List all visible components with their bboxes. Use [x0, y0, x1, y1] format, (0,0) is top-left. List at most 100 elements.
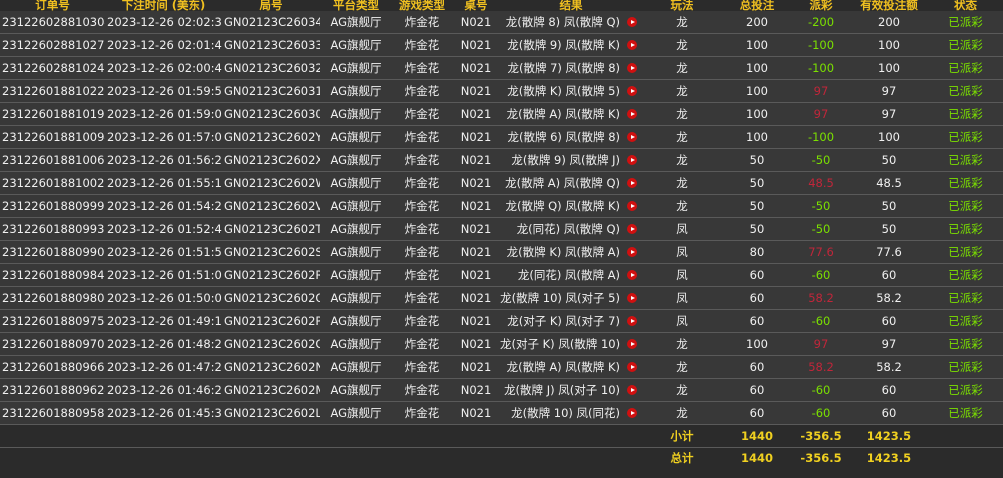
game-type: 炸金花	[392, 378, 452, 402]
play-circle-icon[interactable]	[627, 316, 637, 326]
empty-cell	[222, 447, 320, 468]
play-circle-icon[interactable]	[627, 132, 637, 142]
game-result: 龙(对子 K) 凤(散牌 10)	[500, 332, 642, 356]
total-row-valid: 1423.5	[850, 447, 928, 468]
col-order-id: 订单号	[0, 0, 105, 11]
table-number: N021	[452, 309, 500, 333]
bet-time: 2023-12-26 01:59:54	[105, 79, 222, 103]
table-row: 231226028810273 2023-12-26 02:01:40 GN0212…	[0, 33, 1003, 57]
status-badge: 已派彩	[928, 56, 1003, 80]
table-number: N021	[452, 355, 500, 379]
table-number: N021	[452, 79, 500, 103]
game-result: 龙(散牌 10) 凤(对子 5)	[500, 286, 642, 310]
result-text: 龙(散牌 A) 凤(散牌 K)	[506, 360, 620, 374]
platform-type: AG旗舰厅	[320, 102, 392, 126]
valid-bet: 100	[850, 56, 928, 80]
play-type: 龙	[642, 79, 722, 103]
table-number: N021	[452, 148, 500, 172]
table-row: 231226018810021 2023-12-26 01:55:19 GN0212…	[0, 171, 1003, 195]
table-row: 231226018809754 2023-12-26 01:49:14 GN0212…	[0, 309, 1003, 333]
table-number: N021	[452, 11, 500, 34]
order-id: 231226028810249	[0, 56, 105, 80]
result-text: 龙(散牌 A) 凤(散牌 K)	[506, 107, 620, 121]
status-badge: 已派彩	[928, 355, 1003, 379]
payout: -100	[792, 56, 850, 80]
col-payout: 派彩	[792, 0, 850, 11]
play-circle-icon[interactable]	[627, 385, 637, 395]
platform-type: AG旗舰厅	[320, 125, 392, 149]
table-row: 231226018810197 2023-12-26 01:59:08 GN0212…	[0, 102, 1003, 126]
game-type: 炸金花	[392, 217, 452, 241]
play-circle-icon[interactable]	[627, 247, 637, 257]
order-id: 231226018810067	[0, 148, 105, 172]
bet-time: 2023-12-26 01:51:56	[105, 240, 222, 264]
order-id: 231226028810304	[0, 11, 105, 34]
total-row-payout: -356.5	[792, 447, 850, 468]
empty-cell	[0, 447, 105, 468]
valid-bet: 50	[850, 217, 928, 241]
play-type: 龙	[642, 401, 722, 425]
play-circle-icon[interactable]	[627, 178, 637, 188]
table-row: 231226028810249 2023-12-26 02:00:48 GN0212…	[0, 56, 1003, 80]
table-row: 231226018810094 2023-12-26 01:57:06 GN0212…	[0, 125, 1003, 149]
play-circle-icon[interactable]	[627, 408, 637, 418]
order-id: 231226018809849	[0, 263, 105, 287]
status-badge: 已派彩	[928, 148, 1003, 172]
status-badge: 已派彩	[928, 217, 1003, 241]
play-type: 龙	[642, 171, 722, 195]
game-result: 龙(散牌 Q) 凤(散牌 K)	[500, 194, 642, 218]
game-result: 龙(散牌 9) 凤(散牌 K)	[500, 33, 642, 57]
empty-cell	[392, 447, 452, 468]
play-circle-icon[interactable]	[627, 63, 637, 73]
play-circle-icon[interactable]	[627, 270, 637, 280]
platform-type: AG旗舰厅	[320, 309, 392, 333]
payout: 97	[792, 332, 850, 356]
total-bet: 60	[722, 378, 792, 402]
round-id: GN02123C2602L	[222, 401, 320, 425]
game-type: 炸金花	[392, 148, 452, 172]
table-number: N021	[452, 217, 500, 241]
status-badge: 已派彩	[928, 171, 1003, 195]
round-id: GN02123C2602T	[222, 217, 320, 241]
game-type: 炸金花	[392, 401, 452, 425]
play-circle-icon[interactable]	[627, 17, 637, 27]
play-circle-icon[interactable]	[627, 362, 637, 372]
status-badge: 已派彩	[928, 401, 1003, 425]
play-circle-icon[interactable]	[627, 293, 637, 303]
round-id: GN02123C2602W	[222, 171, 320, 195]
platform-type: AG旗舰厅	[320, 194, 392, 218]
play-circle-icon[interactable]	[627, 201, 637, 211]
valid-bet: 100	[850, 33, 928, 57]
play-circle-icon[interactable]	[627, 155, 637, 165]
table-number: N021	[452, 332, 500, 356]
empty-cell	[0, 424, 105, 448]
valid-bet: 97	[850, 102, 928, 126]
play-circle-icon[interactable]	[627, 40, 637, 50]
play-circle-icon[interactable]	[627, 109, 637, 119]
col-bet-time: 下注时间 (美东)	[105, 0, 222, 11]
order-id: 231226018810220	[0, 79, 105, 103]
table-number: N021	[452, 125, 500, 149]
play-circle-icon[interactable]	[627, 339, 637, 349]
result-text: 龙(对子 K) 凤(对子 7)	[507, 314, 620, 328]
game-result: 龙(散牌 K) 凤(散牌 5)	[500, 79, 642, 103]
result-text: 龙(散牌 K) 凤(散牌 5)	[507, 84, 620, 98]
game-result: 龙(散牌 7) 凤(散牌 8)	[500, 56, 642, 80]
payout: -50	[792, 217, 850, 241]
bet-time: 2023-12-26 02:00:48	[105, 56, 222, 80]
play-circle-icon[interactable]	[627, 224, 637, 234]
order-id: 231226018809804	[0, 286, 105, 310]
status-badge: 已派彩	[928, 194, 1003, 218]
result-text: 龙(散牌 10) 凤(同花)	[511, 406, 620, 420]
game-type: 炸金花	[392, 171, 452, 195]
empty-cell	[452, 447, 500, 468]
col-table-no: 桌号	[452, 0, 500, 11]
play-circle-icon[interactable]	[627, 86, 637, 96]
game-result: 龙(散牌 10) 凤(同花)	[500, 401, 642, 425]
table-row: 231226018809998 2023-12-26 01:54:27 GN0212…	[0, 194, 1003, 218]
table-row: 231226018809624 2023-12-26 01:46:28 GN0212…	[0, 378, 1003, 402]
valid-bet: 77.6	[850, 240, 928, 264]
valid-bet: 58.2	[850, 355, 928, 379]
play-type: 凤	[642, 217, 722, 241]
play-type: 凤	[642, 309, 722, 333]
